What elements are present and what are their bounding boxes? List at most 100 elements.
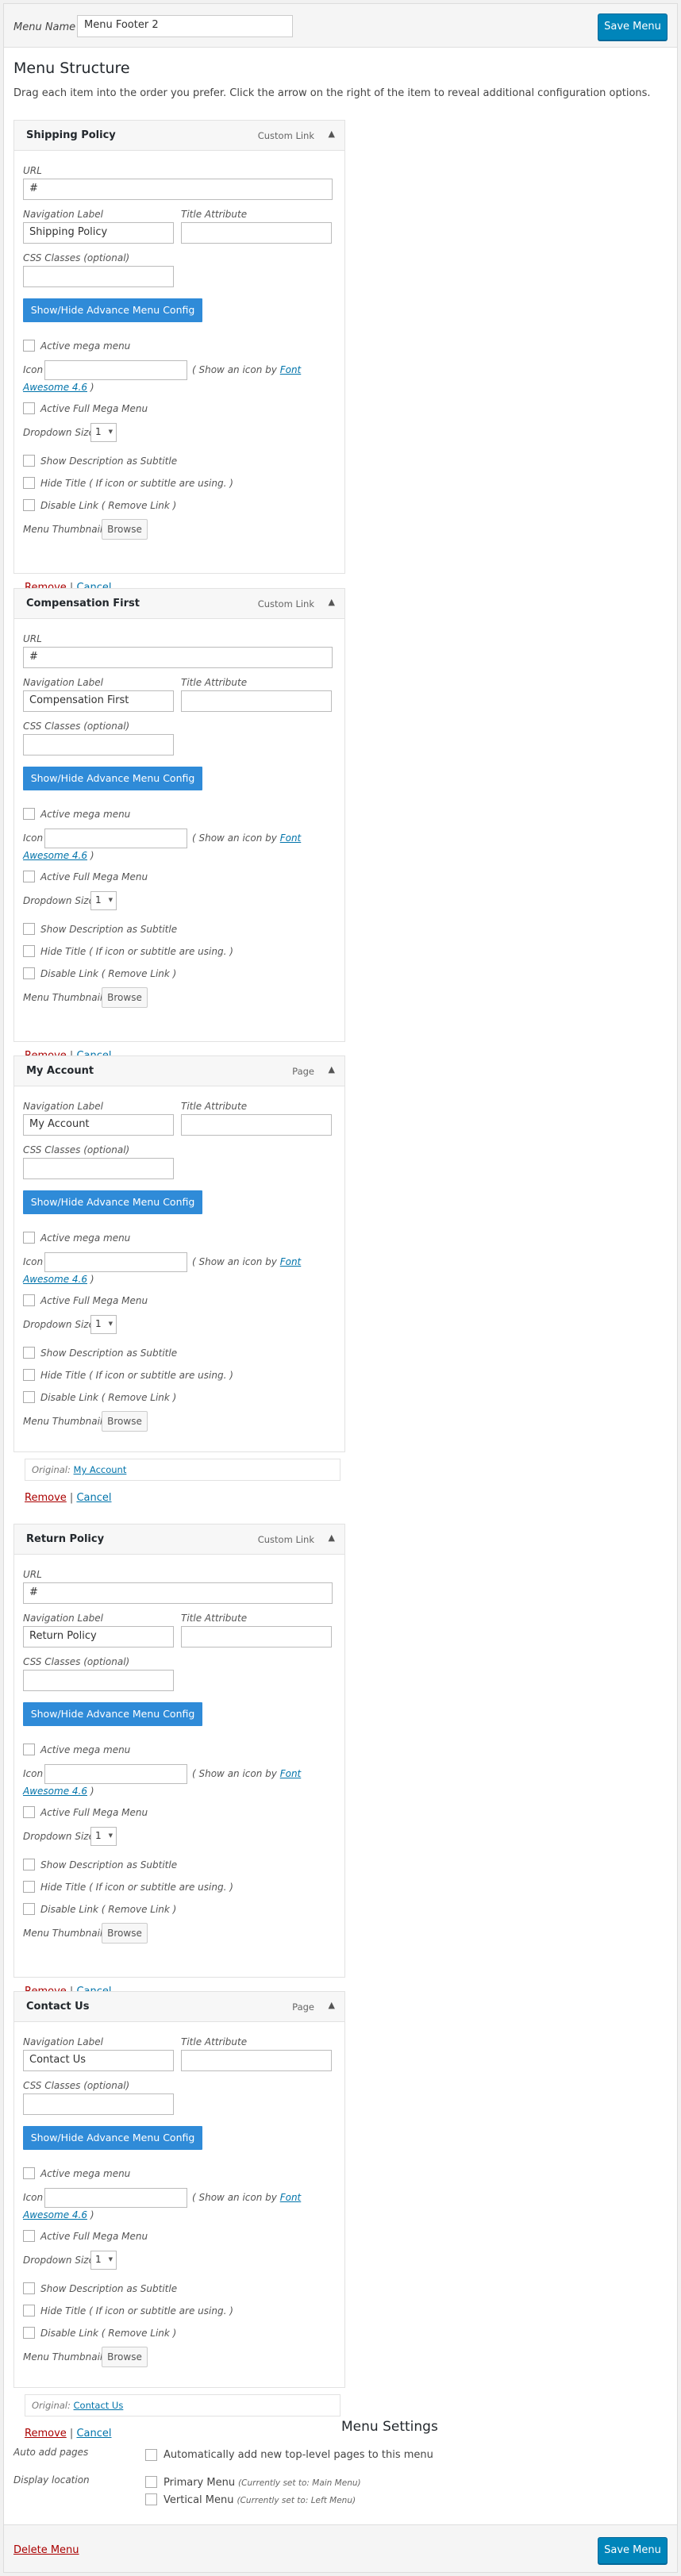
navigation-label-input[interactable]: Return Policy [23,1626,174,1647]
active-full-mega-checkbox[interactable] [23,871,35,882]
menu-item-header[interactable]: Shipping Policy Custom Link ▲ [14,121,344,151]
hide-title-checkbox[interactable] [23,477,35,489]
delete-menu-link[interactable]: Delete Menu [13,2544,79,2556]
remove-item-link[interactable]: Remove [25,1492,67,1504]
active-mega-menu-checkbox[interactable] [23,1744,35,1755]
font-awesome-version-link[interactable]: Awesome 4.6 [23,1274,87,1285]
hide-title-checkbox[interactable] [23,945,35,957]
navigation-label-input[interactable]: Compensation First [23,690,174,712]
title-attribute-input[interactable] [181,690,332,712]
auto-add-pages-checkbox[interactable] [145,2449,157,2461]
dropdown-size-select[interactable]: 1 ▼ [90,423,117,442]
icon-input[interactable] [44,360,187,380]
font-awesome-link[interactable]: Font [280,832,302,844]
active-full-mega-checkbox[interactable] [23,2230,35,2242]
url-input[interactable]: # [23,179,333,200]
browse-thumbnail-button[interactable]: Browse [102,519,148,540]
hide-title-checkbox[interactable] [23,2305,35,2316]
dropdown-size-select[interactable]: 1 ▼ [90,1827,117,1846]
menu-name-input[interactable]: Menu Footer 2 [77,15,293,37]
menu-item-header[interactable]: My Account Page ▲ [14,1056,344,1086]
url-input[interactable]: # [23,1582,333,1604]
menu-settings-title: Menu Settings [341,2419,438,2435]
menu-item-header[interactable]: Return Policy Custom Link ▲ [14,1524,344,1555]
disable-link-checkbox[interactable] [23,967,35,979]
cancel-item-link[interactable]: Cancel [76,1492,111,1504]
font-awesome-link[interactable]: Font [280,2192,302,2203]
font-awesome-link[interactable]: Font [280,364,302,375]
collapse-arrow-icon[interactable]: ▲ [329,129,335,139]
dropdown-size-select[interactable]: 1 ▼ [90,1315,117,1334]
font-awesome-version-link[interactable]: Awesome 4.6 [23,382,87,393]
active-full-mega-checkbox[interactable] [23,1294,35,1306]
font-awesome-link[interactable]: Font [280,1768,302,1779]
disable-link-checkbox[interactable] [23,1391,35,1403]
css-classes-input[interactable] [23,2093,174,2115]
font-awesome-version-link[interactable]: Awesome 4.6 [23,1786,87,1797]
collapse-arrow-icon[interactable]: ▲ [329,2000,335,2010]
hide-title-checkbox[interactable] [23,1369,35,1381]
menu-item-header[interactable]: Contact Us Page ▲ [14,1992,344,2022]
disable-link-checkbox[interactable] [23,2327,35,2339]
collapse-arrow-icon[interactable]: ▲ [329,1064,335,1075]
remove-item-link[interactable]: Remove [25,2428,67,2440]
show-description-checkbox[interactable] [23,2282,35,2294]
icon-input[interactable] [44,829,187,848]
icon-input[interactable] [44,1252,187,1272]
hide-title-checkbox[interactable] [23,1881,35,1893]
vertical-menu-checkbox[interactable] [145,2493,157,2505]
dropdown-size-select[interactable]: 1 ▼ [90,2251,117,2270]
active-full-mega-checkbox[interactable] [23,1806,35,1818]
active-mega-menu-checkbox[interactable] [23,340,35,352]
advance-menu-config-button[interactable]: Show/Hide Advance Menu Config [23,1190,202,1214]
active-full-mega-checkbox[interactable] [23,402,35,414]
save-menu-button-top[interactable]: Save Menu [598,13,668,40]
show-description-checkbox[interactable] [23,1347,35,1359]
font-awesome-link[interactable]: Font [280,1256,302,1267]
advance-menu-config-button[interactable]: Show/Hide Advance Menu Config [23,298,202,322]
css-classes-input[interactable] [23,1158,174,1179]
cancel-item-link[interactable]: Cancel [76,2428,111,2440]
original-page-link[interactable]: My Account [74,1464,127,1475]
collapse-arrow-icon[interactable]: ▲ [329,597,335,607]
menu-item-type: Custom Link [257,1534,314,1545]
disable-link-checkbox[interactable] [23,1903,35,1915]
icon-input[interactable] [44,1764,187,1784]
css-classes-input[interactable] [23,266,174,287]
font-awesome-version-link[interactable]: Awesome 4.6 [23,2209,87,2220]
title-attribute-input[interactable] [181,1114,332,1136]
save-menu-button-bottom[interactable]: Save Menu [598,2537,668,2564]
primary-menu-checkbox[interactable] [145,2476,157,2488]
active-mega-menu-checkbox[interactable] [23,808,35,820]
menu-item-header[interactable]: Compensation First Custom Link ▲ [14,589,344,619]
show-description-checkbox[interactable] [23,1859,35,1870]
show-description-checkbox[interactable] [23,455,35,467]
advance-menu-config-button[interactable]: Show/Hide Advance Menu Config [23,767,202,790]
advance-menu-config-button[interactable]: Show/Hide Advance Menu Config [23,1702,202,1726]
browse-thumbnail-button[interactable]: Browse [102,1411,148,1432]
active-mega-menu-label: Active mega menu [40,340,131,352]
dropdown-size-select[interactable]: 1 ▼ [90,891,117,910]
browse-thumbnail-button[interactable]: Browse [102,2347,148,2367]
original-page-link[interactable]: Contact Us [74,2400,124,2411]
url-input[interactable]: # [23,647,333,668]
menu-item-title: Contact Us [26,2001,90,2013]
advance-menu-config-button[interactable]: Show/Hide Advance Menu Config [23,2126,202,2150]
title-attribute-input[interactable] [181,1626,332,1647]
title-attribute-input[interactable] [181,2050,332,2071]
navigation-label-input[interactable]: Shipping Policy [23,222,174,244]
show-description-checkbox[interactable] [23,923,35,935]
navigation-label-input[interactable]: My Account [23,1114,174,1136]
active-mega-menu-checkbox[interactable] [23,1232,35,1244]
icon-input[interactable] [44,2188,187,2208]
disable-link-checkbox[interactable] [23,499,35,511]
collapse-arrow-icon[interactable]: ▲ [329,1532,335,1543]
css-classes-input[interactable] [23,1670,174,1691]
active-mega-menu-checkbox[interactable] [23,2167,35,2179]
navigation-label-input[interactable]: Contact Us [23,2050,174,2071]
css-classes-input[interactable] [23,734,174,755]
browse-thumbnail-button[interactable]: Browse [102,987,148,1008]
font-awesome-version-link[interactable]: Awesome 4.6 [23,850,87,861]
title-attribute-input[interactable] [181,222,332,244]
browse-thumbnail-button[interactable]: Browse [102,1923,148,1944]
